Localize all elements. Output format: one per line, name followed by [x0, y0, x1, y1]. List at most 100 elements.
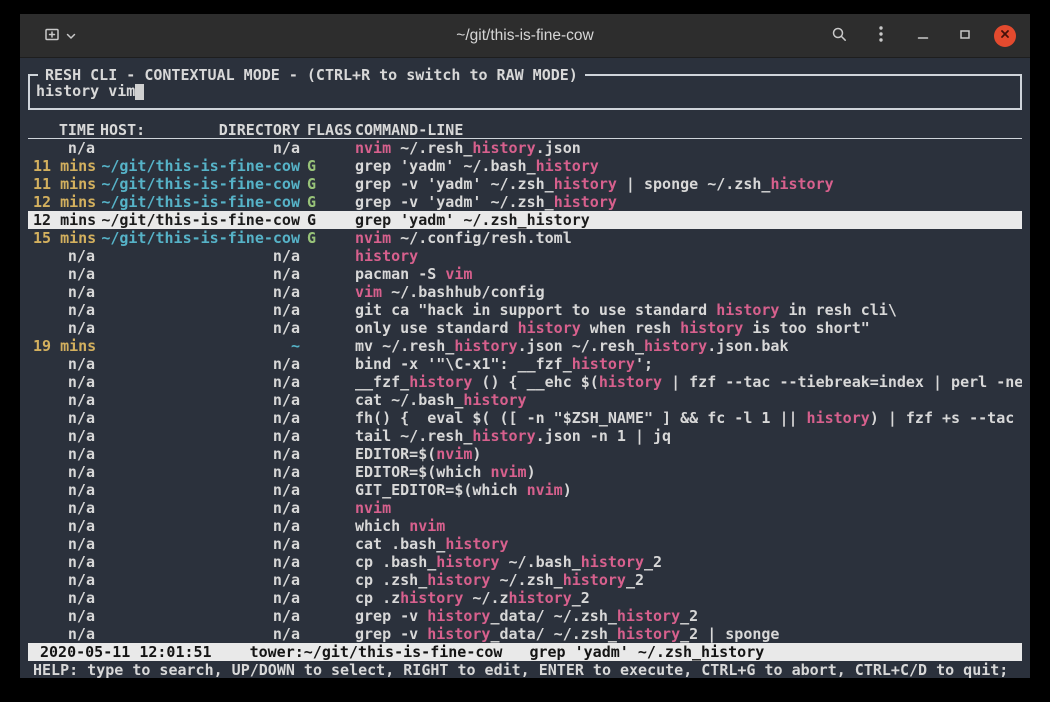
row-directory: n/a	[95, 319, 300, 337]
row-directory: n/a	[95, 265, 300, 283]
history-row[interactable]: n/an/abind -x '"\C-x1": __fzf_history';	[28, 355, 1022, 373]
row-flags	[300, 283, 355, 301]
row-time: n/a	[33, 571, 95, 589]
row-flags	[300, 391, 355, 409]
history-row[interactable]: n/an/aGIT_EDITOR=$(which nvim)	[28, 481, 1022, 499]
history-row[interactable]: n/an/acat .bash_history	[28, 535, 1022, 553]
match-highlight: history	[572, 355, 635, 373]
row-time: n/a	[33, 535, 95, 553]
match-highlight: nvim	[490, 463, 526, 481]
row-directory: ~	[95, 337, 300, 355]
row-directory: n/a	[95, 409, 300, 427]
history-row[interactable]: 15 mins~/git/this-is-fine-cowGnvim ~/.co…	[28, 229, 1022, 247]
row-flags	[300, 265, 355, 283]
row-command: grep 'yadm' ~/.zsh_history	[355, 211, 1022, 229]
row-directory: n/a	[95, 427, 300, 445]
history-row[interactable]: n/an/acp .zhistory ~/.zhistory_2	[28, 589, 1022, 607]
match-highlight: nvim	[436, 445, 472, 463]
new-tab-button[interactable]	[38, 22, 82, 49]
match-highlight: history	[409, 373, 472, 391]
row-flags	[300, 517, 355, 535]
history-row[interactable]: n/an/agrep -v history_data/ ~/.zsh_histo…	[28, 607, 1022, 625]
history-row[interactable]: n/an/anvim ~/.resh_history.json	[28, 139, 1022, 157]
history-row[interactable]: 11 mins~/git/this-is-fine-cowGgrep -v 'y…	[28, 175, 1022, 193]
history-row[interactable]: n/an/acp .zsh_history ~/.zsh_history_2	[28, 571, 1022, 589]
match-highlight: nvim	[355, 499, 391, 517]
new-tab-icon	[44, 26, 60, 45]
search-icon	[831, 26, 848, 46]
search-input[interactable]: history vim	[36, 82, 1020, 100]
minimize-button[interactable]	[910, 23, 936, 49]
row-directory: n/a	[95, 373, 300, 391]
match-highlight: history	[518, 319, 581, 337]
row-flags: G	[300, 193, 355, 211]
history-row[interactable]: n/an/aEDITOR=$(nvim)	[28, 445, 1022, 463]
history-row[interactable]: n/an/agit ca "hack in support to use sta…	[28, 301, 1022, 319]
history-row[interactable]: n/an/aEDITOR=$(which nvim)	[28, 463, 1022, 481]
history-row[interactable]: n/an/ahistory	[28, 247, 1022, 265]
row-time: n/a	[33, 409, 95, 427]
row-flags	[300, 409, 355, 427]
row-command: pacman -S vim	[355, 265, 1022, 283]
history-row[interactable]: n/an/anvim	[28, 499, 1022, 517]
help-line: HELP: type to search, UP/DOWN to select,…	[28, 661, 1022, 678]
status-location: tower:~/git/this-is-fine-cow	[250, 643, 503, 661]
row-directory: n/a	[95, 571, 300, 589]
search-query-text: history vim	[36, 82, 135, 100]
row-flags	[300, 445, 355, 463]
kebab-menu-icon	[878, 25, 884, 46]
row-command: EDITOR=$(nvim)	[355, 445, 1022, 463]
row-command: fh() { eval $( ([ -n "$ZSH_NAME" ] && fc…	[355, 409, 1022, 427]
history-rows: n/an/anvim ~/.resh_history.json11 mins~/…	[28, 139, 1022, 643]
row-command: grep -v 'yadm' ~/.zsh_history	[355, 193, 1022, 211]
row-time: n/a	[33, 589, 95, 607]
match-highlight: history	[472, 427, 535, 445]
row-directory: n/a	[95, 301, 300, 319]
row-time: n/a	[33, 283, 95, 301]
row-directory: ~/git/this-is-fine-cow	[95, 175, 300, 193]
history-row-selected[interactable]: 12 mins~/git/this-is-fine-cowGgrep 'yadm…	[28, 211, 1022, 229]
close-icon	[999, 28, 1011, 43]
history-row[interactable]: n/an/atail ~/.resh_history.json -n 1 | j…	[28, 427, 1022, 445]
match-highlight: history	[617, 607, 680, 625]
row-command: mv ~/.resh_history.json ~/.resh_history.…	[355, 337, 1022, 355]
row-time: n/a	[33, 247, 95, 265]
row-time: 12 mins	[33, 211, 95, 229]
menu-button[interactable]	[868, 23, 894, 49]
row-time: 15 mins	[33, 229, 95, 247]
match-highlight: history	[463, 391, 526, 409]
row-flags	[300, 355, 355, 373]
row-flags	[300, 571, 355, 589]
history-row[interactable]: 12 mins~/git/this-is-fine-cowGgrep -v 'y…	[28, 193, 1022, 211]
match-highlight: nvim	[527, 481, 563, 499]
history-row[interactable]: n/an/acp .bash_history ~/.bash_history_2	[28, 553, 1022, 571]
row-flags	[300, 553, 355, 571]
match-highlight: history	[355, 247, 418, 265]
restore-button[interactable]	[952, 23, 978, 49]
status-bar: 2020-05-11 12:01:51 tower:~/git/this-is-…	[28, 643, 1022, 661]
row-flags	[300, 535, 355, 553]
history-row[interactable]: 11 mins~/git/this-is-fine-cowGgrep 'yadm…	[28, 157, 1022, 175]
row-command: git ca "hack in support to use standard …	[355, 301, 1022, 319]
row-flags: G	[300, 175, 355, 193]
row-flags	[300, 337, 355, 355]
match-highlight: history	[427, 625, 490, 643]
match-highlight: history	[599, 373, 662, 391]
close-button[interactable]	[994, 25, 1016, 47]
history-row[interactable]: n/an/apacman -S vim	[28, 265, 1022, 283]
match-highlight: history	[427, 571, 490, 589]
history-row[interactable]: n/an/a__fzf_history () { __ehc $(history…	[28, 373, 1022, 391]
history-row[interactable]: n/an/awhich nvim	[28, 517, 1022, 535]
row-command: grep -v history_data/ ~/.zsh_history_2	[355, 607, 1022, 625]
history-row[interactable]: n/an/acat ~/.bash_history	[28, 391, 1022, 409]
history-row[interactable]: n/an/agrep -v history_data/ ~/.zsh_histo…	[28, 625, 1022, 643]
search-button[interactable]	[826, 23, 852, 49]
row-time: n/a	[33, 517, 95, 535]
history-row[interactable]: n/an/a fh() { eval $( ([ -n "$ZSH_NAME" ]…	[28, 409, 1022, 427]
history-row[interactable]: n/an/aonly use standard history when res…	[28, 319, 1022, 337]
row-time: 12 mins	[33, 193, 95, 211]
history-row[interactable]: 19 mins~mv ~/.resh_history.json ~/.resh_…	[28, 337, 1022, 355]
history-row[interactable]: n/an/avim ~/.bashhub/config	[28, 283, 1022, 301]
row-directory: n/a	[95, 391, 300, 409]
row-time: n/a	[33, 607, 95, 625]
